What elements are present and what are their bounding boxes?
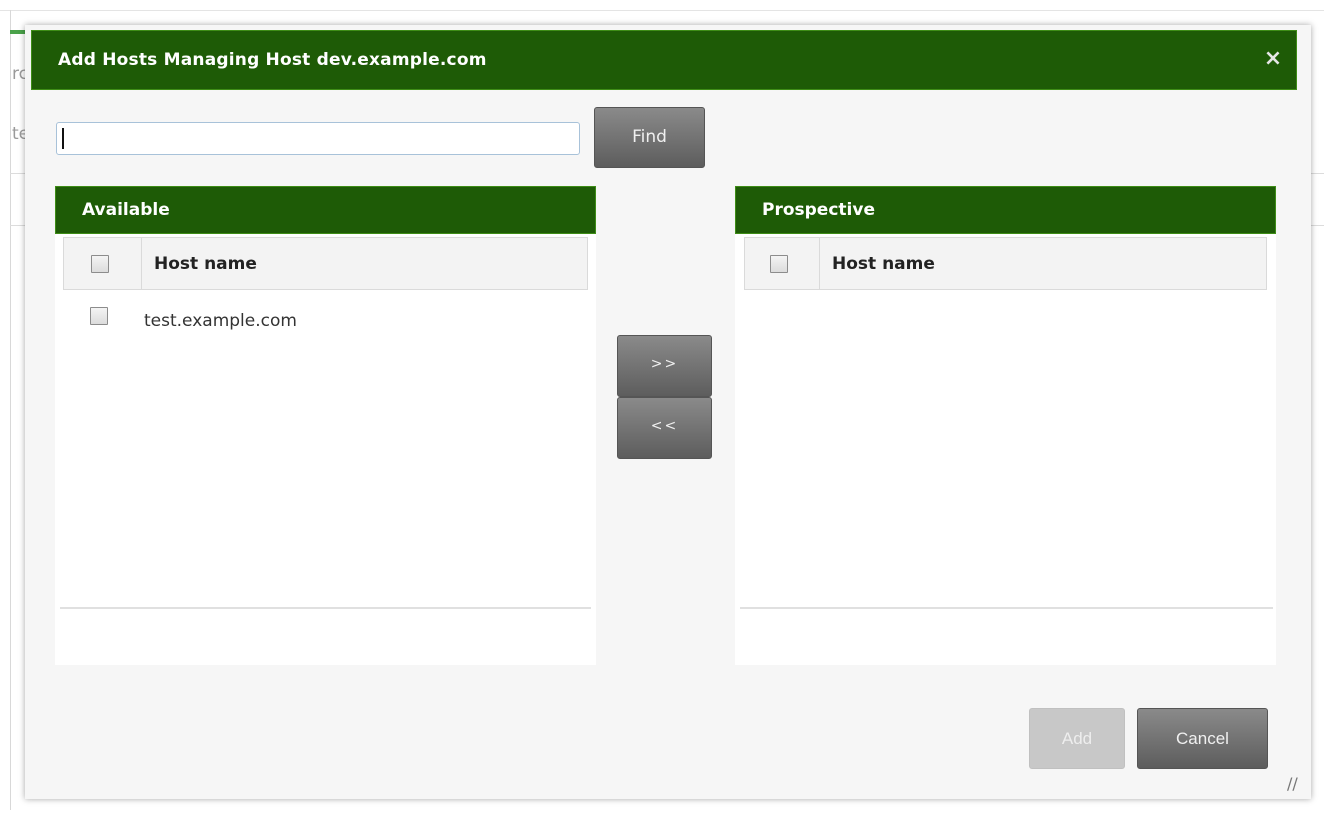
available-panel: Available Host name test.example.com — [55, 186, 596, 665]
select-all-cell — [745, 238, 820, 289]
text-cursor — [62, 128, 64, 149]
find-button[interactable]: Find — [594, 107, 705, 168]
close-icon[interactable]: × — [1262, 48, 1284, 70]
available-column-header: Host name — [63, 237, 588, 290]
host-name-cell[interactable]: test.example.com — [144, 311, 297, 331]
move-right-button[interactable]: >> — [617, 335, 712, 397]
prospective-column-header: Host name — [744, 237, 1267, 290]
cancel-button[interactable]: Cancel — [1137, 708, 1268, 769]
select-all-checkbox[interactable] — [770, 255, 788, 273]
move-left-button[interactable]: << — [617, 397, 712, 459]
prospective-panel: Prospective Host name — [735, 186, 1276, 665]
dialog-header: Add Hosts Managing Host dev.example.com … — [31, 30, 1297, 90]
resize-handle-icon[interactable]: // — [1287, 775, 1305, 793]
dialog-title: Add Hosts Managing Host dev.example.com — [58, 50, 487, 70]
search-input[interactable] — [56, 122, 580, 155]
prospective-panel-header: Prospective — [735, 186, 1276, 234]
row-checkbox[interactable] — [90, 307, 108, 325]
available-panel-footer — [60, 607, 591, 609]
prospective-panel-footer — [740, 607, 1273, 609]
select-all-checkbox[interactable] — [91, 255, 109, 273]
available-panel-header: Available — [55, 186, 596, 234]
column-header-host-name: Host name — [832, 254, 935, 274]
add-hosts-dialog: Add Hosts Managing Host dev.example.com … — [25, 25, 1311, 799]
add-button[interactable]: Add — [1029, 708, 1125, 769]
column-header-host-name: Host name — [154, 254, 257, 274]
select-all-cell — [64, 238, 142, 289]
